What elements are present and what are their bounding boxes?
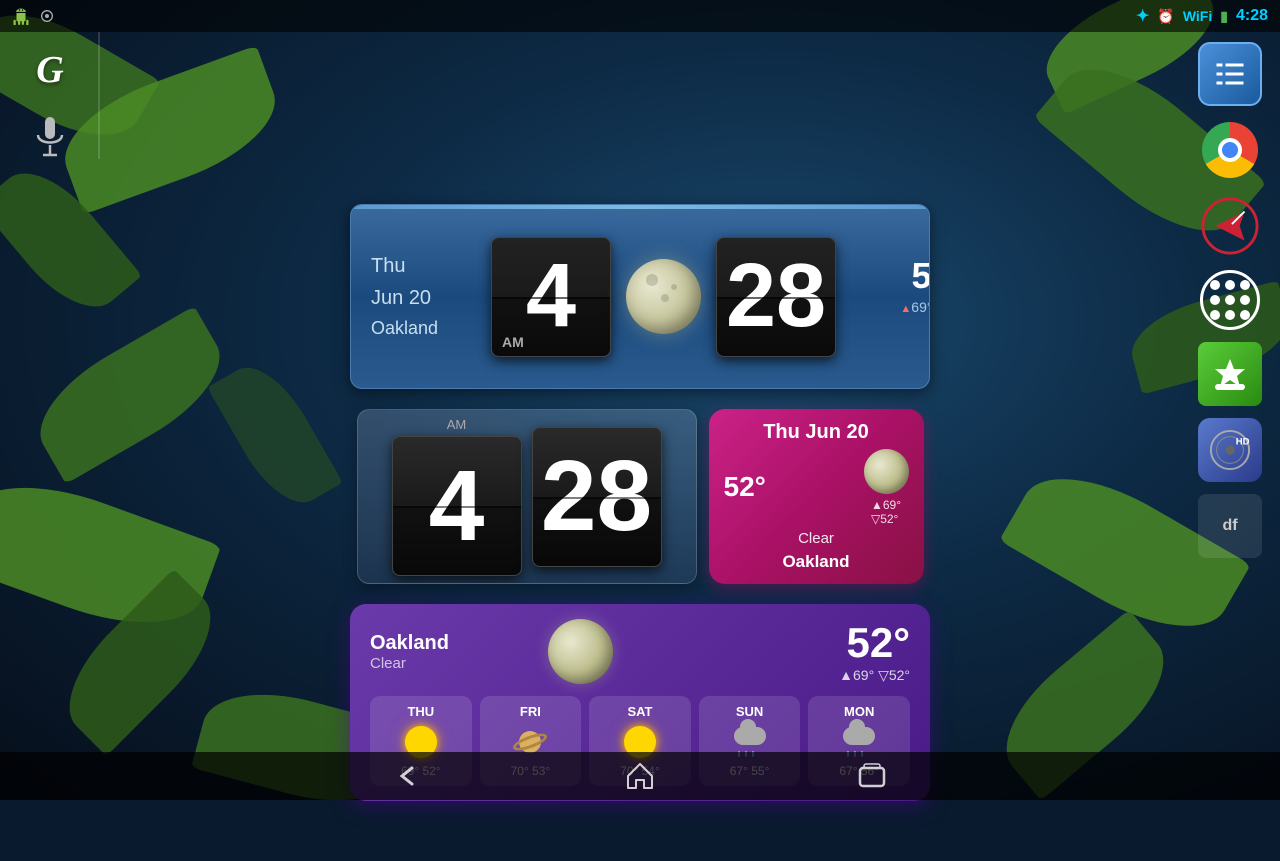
am-label-2: AM — [447, 417, 467, 432]
clock-day: Thu — [371, 250, 491, 282]
alarm-icon: ⏰ — [1157, 8, 1174, 25]
flip-minute-2: 28 — [532, 427, 662, 567]
weather-hilo-pink: ▲69° ▽52° — [871, 498, 901, 526]
weather-city-name: Oakland — [370, 632, 530, 655]
plane-icon — [1201, 197, 1259, 255]
clock-month-date: Jun 20 — [371, 282, 491, 314]
dots-grid-icon — [1210, 280, 1250, 320]
weather-main-pink: 52° ▲69° ▽52° — [724, 449, 909, 526]
svg-text:HD: HD — [1236, 436, 1250, 447]
chrome-icon — [1202, 122, 1258, 178]
star-app-icon[interactable] — [1198, 342, 1262, 406]
weather-widget-pink[interactable]: Thu Jun 20 52° ▲69° ▽52° Clear Oakland — [709, 409, 924, 584]
df-label: df — [1222, 517, 1237, 535]
microphone-button[interactable] — [28, 115, 72, 159]
weather-city-condition: Clear — [370, 655, 530, 672]
weather-condition: Clear — [836, 318, 930, 339]
wifi-icon: WiFi — [1183, 8, 1212, 24]
plane-app-icon[interactable] — [1198, 194, 1262, 258]
right-sidebar: HD df — [1180, 32, 1280, 752]
status-bar-left — [12, 7, 56, 25]
home-button[interactable] — [624, 760, 656, 792]
google-button[interactable]: G — [25, 45, 75, 95]
weather-temp-purple: 52° — [630, 619, 910, 667]
status-time: 4:28 — [1236, 7, 1268, 25]
weather-info-right: 52° ▲69° ▽52° Clear — [836, 255, 930, 339]
back-button[interactable] — [392, 760, 424, 792]
nav-bar — [0, 752, 1280, 800]
google-icon: G — [36, 48, 63, 92]
weather-hilo-purple: ▲69° ▽52° — [630, 667, 910, 684]
weather-temp: 52° — [836, 255, 930, 297]
weather-city-pink: Oakland — [724, 552, 909, 572]
apps-icon[interactable] — [1200, 270, 1260, 330]
status-bar-right: ✦ ⏰ WiFi ▮ 4:28 — [1136, 6, 1268, 26]
weather-moon-section — [530, 619, 630, 684]
hd-icon: HD — [1209, 429, 1251, 471]
settings-app-icon[interactable] — [1198, 42, 1262, 106]
chrome-app-icon[interactable] — [1198, 118, 1262, 182]
settings-icon — [1212, 56, 1248, 92]
flip-clock: 4 AM 28 — [491, 237, 836, 357]
recents-button[interactable] — [856, 760, 888, 792]
bluetooth-icon: ✦ — [1136, 6, 1149, 26]
star-icon — [1210, 354, 1250, 394]
clock-date-section: Thu Jun 20 Oakland — [371, 250, 491, 343]
weather-hilo: ▲69° ▽52° — [836, 297, 930, 318]
flip-hour-2: 4 — [392, 436, 522, 576]
weather-temp-section: 52° ▲69° ▽52° — [630, 619, 910, 684]
moon-icon-small — [864, 449, 909, 494]
battery-icon: ▮ — [1220, 8, 1228, 25]
flip-minute: 28 — [716, 237, 836, 357]
weather-temp-pink: 52° — [724, 471, 766, 503]
weather-top: Oakland Clear 52° ▲69° ▽52° — [370, 619, 910, 684]
home-icon — [624, 760, 656, 792]
clock-widget-2[interactable]: AM 4 28 — [357, 409, 697, 584]
weather-condition-pink: Clear — [724, 530, 909, 547]
moon-icon-medium — [548, 619, 613, 684]
mic-icon — [32, 115, 68, 159]
android-icon — [12, 7, 30, 25]
weather-city-section: Oakland Clear — [370, 632, 530, 672]
moon-icon — [626, 259, 701, 334]
df-app-icon[interactable]: df — [1198, 494, 1262, 558]
hd-app-icon[interactable]: HD — [1198, 418, 1262, 482]
clock-widget-flip[interactable]: Thu Jun 20 Oakland 4 AM 28 52 — [350, 204, 930, 389]
notification-icon — [38, 7, 56, 25]
sidebar-divider — [98, 32, 100, 159]
back-icon — [392, 760, 424, 792]
clock-city: Oakland — [371, 314, 491, 343]
weather-date-pink: Thu Jun 20 — [724, 421, 909, 444]
flip-hour: 4 AM — [491, 237, 611, 357]
recents-icon — [856, 760, 888, 792]
clock-row-2: AM 4 28 Thu Jun 20 52° ▲69° ▽5 — [357, 409, 924, 584]
status-bar: ✦ ⏰ WiFi ▮ 4:28 — [0, 0, 1280, 32]
am-label: AM — [502, 334, 524, 350]
